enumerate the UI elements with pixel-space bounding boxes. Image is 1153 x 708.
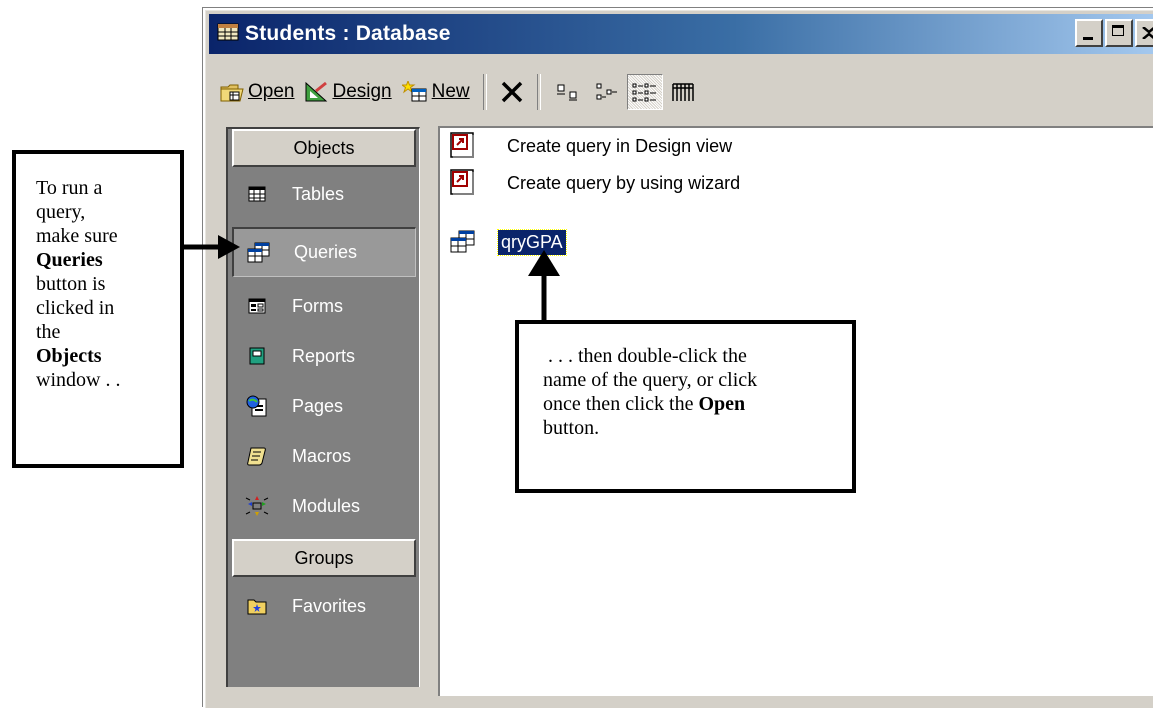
macro-icon: [244, 443, 270, 469]
callout-text: button is: [36, 273, 106, 295]
open-label: Open: [248, 81, 295, 102]
objects-bar: Objects Tables Queries Forms Reports Pag…: [226, 127, 420, 687]
sidebar-item-label: Pages: [292, 395, 344, 416]
delete-button[interactable]: [495, 76, 529, 108]
toolbar-separator: [482, 74, 487, 110]
close-button[interactable]: [1135, 19, 1153, 47]
callout-text: make sure: [36, 225, 118, 247]
shortcut-icon: [448, 168, 478, 198]
maximize-icon: [1112, 25, 1124, 36]
minimize-icon: [1083, 37, 1093, 40]
sidebar-item-pages[interactable]: Pages: [232, 383, 416, 429]
sidebar-item-label: Queries: [294, 242, 358, 262]
query-icon: [448, 227, 478, 257]
sidebar-item-label: Macros: [292, 445, 352, 466]
sidebar-item-forms[interactable]: Forms: [232, 283, 416, 329]
new-icon: [401, 81, 427, 102]
arrow-up-to-qrygpa: [528, 250, 560, 322]
callout-text: the: [36, 321, 61, 343]
callout-text: To run a: [36, 177, 103, 199]
callout-text: once then click the Open: [543, 393, 746, 415]
callout-text: . . . then double-click the: [543, 345, 747, 367]
arrow-right-to-queries: [184, 235, 240, 259]
objects-header-label: Objects: [293, 137, 355, 158]
groups-header-label: Groups: [294, 547, 354, 568]
delete-icon: [501, 81, 522, 103]
list-item-create-wizard[interactable]: Create query by using wizard: [448, 167, 743, 199]
query-icon: [246, 240, 272, 266]
sidebar-item-modules[interactable]: Modules: [232, 483, 416, 529]
toolbar: Open Design New: [215, 70, 1153, 114]
sidebar-item-label: Modules: [292, 495, 361, 516]
objects-header-button[interactable]: Objects: [232, 129, 416, 167]
list-view-button[interactable]: [626, 74, 663, 110]
sidebar-item-tables[interactable]: Tables: [232, 171, 416, 217]
callout-text: Objects: [36, 345, 102, 367]
close-icon: [1142, 27, 1153, 39]
group-item-favorites[interactable]: Favorites: [232, 583, 416, 629]
list-item-label: Create query in Design view: [507, 135, 733, 156]
sidebar-item-queries[interactable]: Queries: [232, 227, 416, 277]
sidebar-item-label: Reports: [292, 345, 356, 366]
callout-text: button.: [543, 417, 600, 439]
module-icon: [244, 493, 270, 519]
report-icon: [244, 343, 270, 369]
large-icons-icon: [556, 84, 577, 101]
minimize-button[interactable]: [1075, 19, 1103, 47]
details-view-icon: [671, 83, 694, 101]
maximize-button[interactable]: [1105, 19, 1133, 47]
design-label: Design: [332, 81, 392, 102]
callout-text: clicked in: [36, 297, 115, 319]
page-icon: [244, 393, 270, 419]
details-view-button[interactable]: [667, 75, 701, 109]
list-item-label: Create query by using wizard: [507, 172, 741, 193]
callout-text: query,: [36, 201, 86, 223]
toolbar-separator: [536, 74, 541, 110]
sidebar-item-macros[interactable]: Macros: [232, 433, 416, 479]
sidebar-item-label: Forms: [292, 295, 343, 316]
favorites-folder-icon: [244, 593, 270, 619]
list-view-icon: [632, 83, 656, 102]
callout-text: name of the query, or click: [543, 369, 758, 391]
design-button[interactable]: Design: [299, 77, 396, 107]
sidebar-item-label: Favorites: [292, 595, 367, 616]
callout-left: To run a query, make sure Queries button…: [12, 150, 184, 468]
shortcut-icon: [448, 131, 478, 161]
table-icon: [244, 181, 270, 207]
callout-text: Queries: [36, 249, 103, 271]
new-button[interactable]: New: [397, 77, 475, 107]
database-icon: [217, 21, 239, 47]
list-item-create-design-view[interactable]: Create query in Design view: [448, 130, 735, 162]
groups-header-button[interactable]: Groups: [232, 539, 416, 577]
callout-text: window . .: [36, 369, 121, 391]
open-button[interactable]: Open: [215, 77, 299, 107]
small-icons-view-button[interactable]: [589, 75, 623, 109]
design-icon: [305, 81, 328, 102]
small-icons-icon: [596, 83, 617, 100]
new-label: New: [431, 81, 470, 102]
callout-right: . . . then double-click the name of the …: [515, 320, 856, 493]
title-bar[interactable]: Students : Database: [209, 14, 1153, 54]
sidebar-item-reports[interactable]: Reports: [232, 333, 416, 379]
form-icon: [244, 293, 270, 319]
window-title: Students : Database: [245, 22, 451, 45]
large-icons-view-button[interactable]: [551, 75, 585, 109]
sidebar-item-label: Tables: [292, 183, 345, 204]
open-icon: [220, 84, 244, 102]
